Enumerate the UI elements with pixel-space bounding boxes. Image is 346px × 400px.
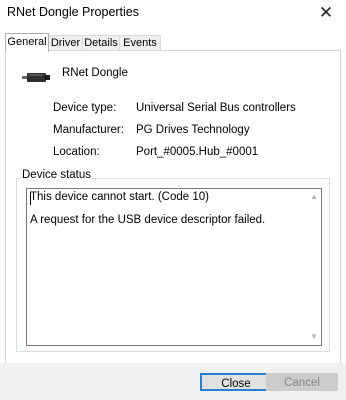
tab-general[interactable]: General: [5, 33, 49, 52]
status-line-2: A request for the USB device descriptor …: [30, 214, 266, 226]
device-status-textbox[interactable]: This device cannot start. (Code 10) A re…: [26, 188, 322, 346]
scroll-down-arrow-icon[interactable]: ▼: [310, 332, 318, 341]
title-bar: RNet Dongle Properties ✕: [0, 0, 346, 28]
scroll-up-arrow-icon[interactable]: ▲: [310, 192, 318, 201]
device-type-label: Device type:: [53, 102, 117, 114]
tab-details[interactable]: Details: [82, 35, 120, 51]
device-name: RNet Dongle: [62, 67, 128, 79]
window-title: RNet Dongle Properties: [7, 5, 140, 19]
cancel-button[interactable]: Cancel: [266, 373, 338, 391]
general-panel: RNet Dongle Device type: Universal Seria…: [5, 50, 341, 364]
tab-events[interactable]: Events: [119, 35, 161, 51]
close-window-icon[interactable]: ✕: [312, 2, 340, 24]
location-value: Port_#0005.Hub_#0001: [136, 146, 259, 158]
device-status-legend: Device status: [20, 169, 94, 181]
close-button[interactable]: Close: [200, 373, 272, 391]
device-type-value: Universal Serial Bus controllers: [136, 102, 296, 114]
tab-driver[interactable]: Driver: [48, 35, 83, 51]
manufacturer-label: Manufacturer:: [53, 124, 124, 136]
location-label: Location:: [53, 146, 100, 158]
status-line-1: This device cannot start. (Code 10): [30, 191, 209, 203]
manufacturer-value: PG Drives Technology: [136, 124, 250, 136]
usb-plug-icon: [22, 73, 50, 82]
